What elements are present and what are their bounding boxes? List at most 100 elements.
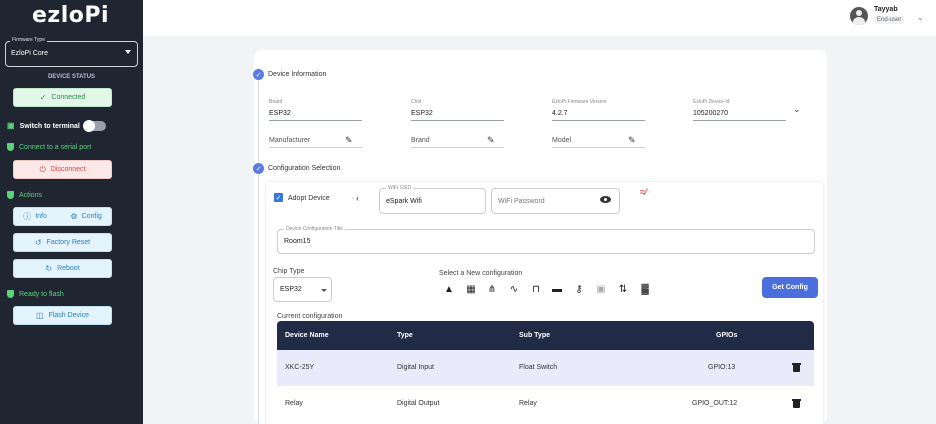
chip-type-select[interactable]: ESP32 [273, 277, 332, 302]
antenna-icon[interactable]: ⚷ [573, 284, 585, 296]
user-name: Tayyab [874, 6, 898, 13]
chip-value: ESP32 [411, 110, 433, 117]
chip-label: Chid [411, 99, 422, 105]
disconnect-label: Disconnect [50, 166, 86, 173]
chevron-left-icon[interactable]: ‹ [356, 193, 359, 203]
avatar-head [856, 10, 862, 16]
factory-reset-button[interactable]: ↺ Factory Reset [13, 233, 112, 252]
disconnect-button[interactable]: ⏻ Disconnect [13, 160, 112, 179]
col-type: Type [397, 332, 413, 339]
manufacturer-field[interactable]: Manufacturer [269, 137, 310, 144]
shield-check-icon [7, 290, 14, 298]
step-check-icon: ✓ [253, 163, 264, 174]
ready-to-flash-heading: Ready to flash [7, 290, 64, 298]
device-config-title-input[interactable]: Device Configuration Title Room15 [277, 226, 815, 254]
table-row[interactable]: Relay Digital Output Relay GPIO_OUT:12 [277, 386, 814, 422]
i2c-icon[interactable]: ⇅ [617, 284, 629, 296]
new-configuration-label: Select a New configuration [439, 270, 523, 277]
power-icon: ⏻ [39, 164, 46, 174]
board-underline [269, 120, 362, 121]
ready-to-flash-label: Ready to flash [19, 290, 64, 298]
flash-device-label: Flash Device [48, 312, 90, 319]
terminal-toggle[interactable] [83, 120, 106, 132]
user-role-badge: End-user [874, 16, 905, 24]
ezlopi-logo: ezloPi [32, 3, 110, 28]
stepper-connector [258, 80, 259, 162]
device-config-title-value: Room15 [284, 238, 311, 245]
user-avatar[interactable] [850, 7, 868, 25]
trash-body [793, 365, 800, 372]
chip-underline [411, 120, 504, 121]
delete-trash-icon[interactable] [792, 363, 801, 372]
switch-icon[interactable]: ⋔ [486, 284, 498, 296]
info-config-group: ⓘ Info ⚙ Config [13, 207, 112, 226]
caret-down-icon [321, 289, 327, 292]
uart-icon[interactable]: ▬ [551, 284, 563, 296]
model-underline [552, 147, 645, 148]
actions-label: Actions [19, 191, 42, 199]
model-field[interactable]: Model [552, 137, 571, 144]
get-config-button[interactable]: Get Config [762, 277, 818, 298]
adopt-device-label: Adopt Device [288, 195, 330, 202]
edit-model-pencil-icon[interactable]: ✎ [628, 135, 636, 146]
board-label: Board [269, 99, 283, 105]
connect-serial-heading: Connect to a serial port [7, 143, 91, 151]
reboot-label: Reboot [57, 265, 80, 272]
connect-serial-label: Connect to a serial port [19, 143, 92, 151]
reboot-icon: ↻ [45, 263, 53, 273]
wifi-ssid-value: eSpark Wifi [386, 198, 422, 205]
wifi-ssid-input[interactable]: WiFi SSID eSpark Wifi [379, 185, 486, 214]
eye-pupil [603, 197, 608, 202]
expand-chevron-icon[interactable]: ⌄ [793, 104, 801, 115]
delete-trash-icon[interactable] [792, 399, 801, 408]
info-button[interactable]: ⓘ Info [23, 212, 47, 221]
connected-button[interactable]: ✓ Connected [13, 88, 112, 107]
firmware-type-value: EzloPi Core [11, 50, 48, 57]
firmware-version-label: EzloPi Firmware Version [552, 99, 607, 105]
led-icon[interactable]: ▲ [443, 284, 455, 296]
check-circle-icon: ✓ [39, 92, 47, 102]
caret-down-icon [125, 50, 131, 54]
display-icon[interactable]: ▣ [595, 284, 607, 296]
table-row[interactable]: XKC-25Y Digital Input Float Switch GPIO:… [277, 350, 814, 386]
reboot-button[interactable]: ↻ Reboot [13, 259, 112, 278]
col-sub-type: Sub Type [519, 332, 550, 339]
device-information-title: Device Information [268, 71, 327, 78]
chip-type-value: ESP32 [280, 286, 302, 293]
relay-icon[interactable]: ⊓ [530, 284, 542, 296]
sensor-icon[interactable]: ▦ [465, 284, 477, 296]
multi-relay-icon[interactable]: ▓ [639, 284, 651, 296]
switch-to-terminal-row: ▣ Switch to terminal [7, 122, 80, 130]
cell-sub-type: Relay [519, 400, 537, 407]
col-device-name: Device Name [285, 332, 329, 339]
firmware-type-select[interactable]: Firmware Type EzloPi Core [5, 37, 138, 67]
device-config-title-legend: Device Configuration Title [284, 226, 345, 232]
col-gpios: GPIOs [716, 332, 738, 339]
cell-type: Digital Output [397, 400, 440, 407]
config-button[interactable]: ⚙ Config [70, 212, 101, 221]
firmware-version-value: 4.2.7 [552, 110, 568, 117]
top-bar [143, 0, 936, 36]
table-header: Device Name Type Sub Type GPIOs [277, 321, 814, 350]
switch-to-terminal-label: Switch to terminal [19, 122, 80, 130]
brand-field[interactable]: Brand [411, 137, 430, 144]
device-status-heading: DEVICE STATUS [47, 74, 96, 80]
stepper-connector [258, 175, 259, 424]
wifi-password-placeholder: WiFi Password [498, 198, 545, 205]
device-id-label: EzloPi Device Id [693, 99, 730, 105]
cell-type: Digital Input [397, 364, 434, 371]
dimmer-icon[interactable]: ∿ [508, 284, 520, 296]
adopt-device-checkbox[interactable]: ✓ [274, 193, 283, 202]
board-value: ESP32 [269, 110, 291, 117]
edit-manufacturer-pencil-icon[interactable]: ✎ [345, 135, 353, 146]
device-id-underline [693, 120, 786, 121]
edit-brand-pencil-icon[interactable]: ✎ [487, 135, 495, 146]
info-label: Info [35, 213, 47, 220]
shield-check-icon [7, 191, 14, 199]
configuration-selection-title: Configuration Selection [268, 165, 341, 172]
eye-icon[interactable] [600, 196, 611, 203]
user-menu-chevron-icon[interactable]: ⌄ [917, 13, 924, 22]
terminal-icon: ▣ [7, 121, 15, 130]
flash-device-button[interactable]: ◫ Flash Device [13, 306, 112, 325]
toggle-knob [83, 120, 95, 132]
